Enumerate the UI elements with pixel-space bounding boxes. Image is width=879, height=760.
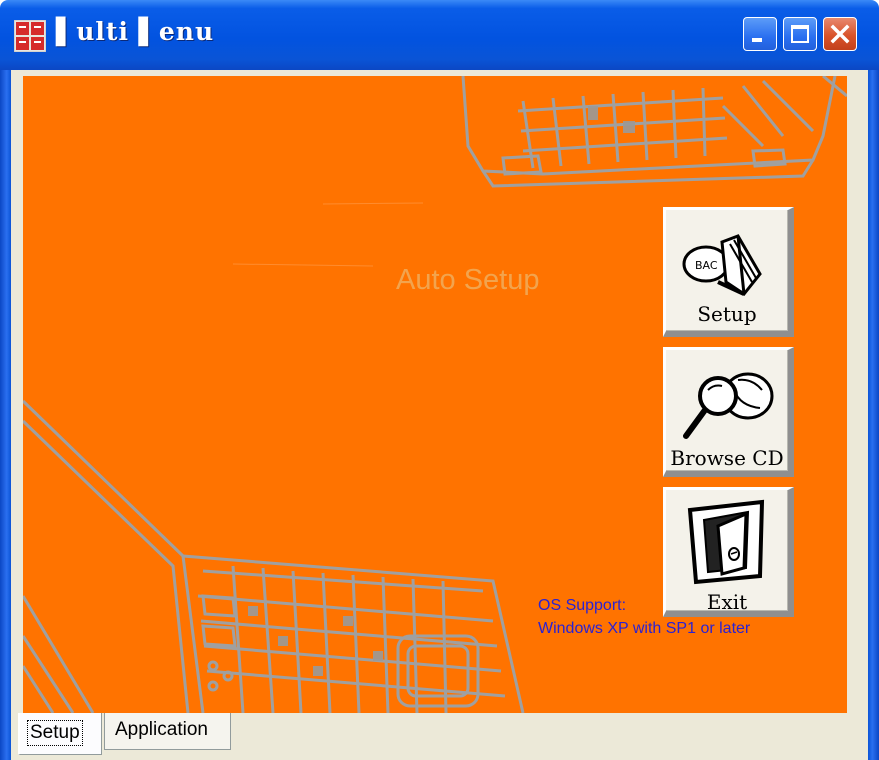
multi-menu-window: ▌ulti ▌enu Auto Setup OS Support: Window…	[0, 0, 879, 760]
maximize-button[interactable]	[783, 17, 817, 51]
auto-setup-heading: Auto Setup	[396, 264, 540, 296]
setup-disc-icon: BAC	[682, 234, 762, 297]
tab-setup[interactable]: Setup	[18, 713, 102, 755]
close-icon	[830, 24, 850, 44]
app-icon[interactable]	[14, 20, 46, 52]
window-frame-left	[0, 70, 11, 760]
minimize-button[interactable]	[743, 17, 777, 51]
browse-cd-button-label: Browse CD	[670, 446, 784, 470]
browse-cd-button[interactable]: Browse CD	[663, 347, 794, 477]
setup-button[interactable]: BAC Setup	[663, 207, 794, 337]
title-bar[interactable]: ▌ulti ▌enu	[0, 0, 879, 70]
tab-application-label: Application	[115, 719, 208, 740]
exit-button-label: Exit	[706, 590, 748, 614]
exit-button[interactable]: Exit	[663, 487, 794, 617]
minimize-icon	[752, 38, 762, 42]
svg-text:BAC: BAC	[695, 259, 718, 272]
tab-setup-label: Setup	[27, 720, 83, 746]
exit-door-icon	[687, 499, 765, 585]
tab-application[interactable]: Application	[104, 713, 231, 750]
os-support-value: Windows XP with SP1 or later	[538, 620, 751, 637]
close-button[interactable]	[823, 17, 857, 51]
window-frame-right	[868, 70, 879, 760]
maximize-icon	[791, 25, 809, 43]
setup-button-label: Setup	[697, 302, 757, 326]
window-title: ▌ulti ▌enu	[56, 17, 215, 46]
magnifier-icon	[683, 372, 774, 439]
